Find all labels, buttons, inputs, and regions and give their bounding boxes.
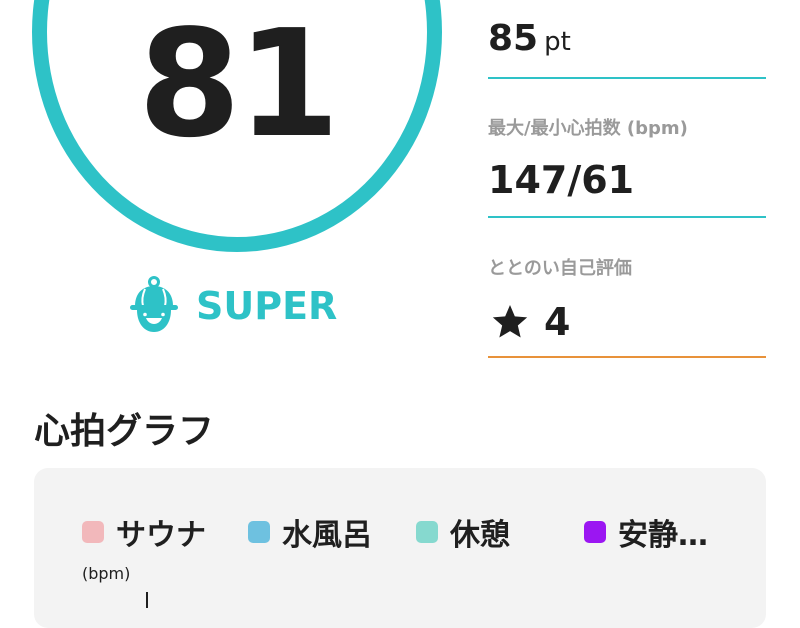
rating-value-row: 4 xyxy=(490,300,570,344)
rating-stat[interactable]: ととのい自己評価 4 xyxy=(488,240,766,360)
points-divider xyxy=(488,77,766,79)
rating-divider xyxy=(488,356,766,358)
points-value: 85 xyxy=(488,18,539,59)
score-value: 81 xyxy=(138,0,340,170)
legend-item-sauna: サウナ xyxy=(82,512,206,553)
graph-legend: サウナ 水風呂 休憩 安静… xyxy=(82,512,742,553)
legend-label-sauna: サウナ xyxy=(116,518,206,553)
sauna-hat-icon xyxy=(130,276,178,332)
legend-swatch-sauna xyxy=(82,521,104,543)
rating-label: ととのい自己評価 xyxy=(488,258,632,279)
heart-rate-stat: 最大/最小心拍数 (bpm) 147/61 xyxy=(488,100,766,220)
legend-item-resting: 安静… xyxy=(584,512,708,553)
legend-swatch-cold-bath xyxy=(248,521,270,543)
points-value-row: 85 pt xyxy=(488,18,571,59)
level-label: SUPER xyxy=(196,284,338,328)
graph-section-title: 心拍グラフ xyxy=(34,411,215,452)
heart-rate-value: 147/61 xyxy=(488,158,635,202)
points-stat: 85 pt xyxy=(488,0,766,80)
points-unit: pt xyxy=(544,27,571,57)
star-icon xyxy=(492,305,528,338)
legend-swatch-rest xyxy=(416,521,438,543)
graph-y-axis xyxy=(146,592,148,608)
legend-label-rest: 休憩 xyxy=(450,518,510,553)
legend-swatch-resting xyxy=(584,521,606,543)
legend-label-cold-bath: 水風呂 xyxy=(282,518,372,553)
legend-item-cold-bath: 水風呂 xyxy=(248,512,372,553)
graph-y-unit: (bpm) xyxy=(82,564,131,583)
level-badge: SUPER xyxy=(128,276,337,336)
heart-rate-graph-card: サウナ 水風呂 休憩 安静… (bpm) xyxy=(34,468,766,628)
legend-item-rest: 休憩 xyxy=(416,512,510,553)
legend-label-resting: 安静… xyxy=(618,518,708,553)
heart-rate-label: 最大/最小心拍数 (bpm) xyxy=(488,118,688,139)
heart-rate-divider xyxy=(488,216,766,218)
rating-value: 4 xyxy=(544,300,571,344)
